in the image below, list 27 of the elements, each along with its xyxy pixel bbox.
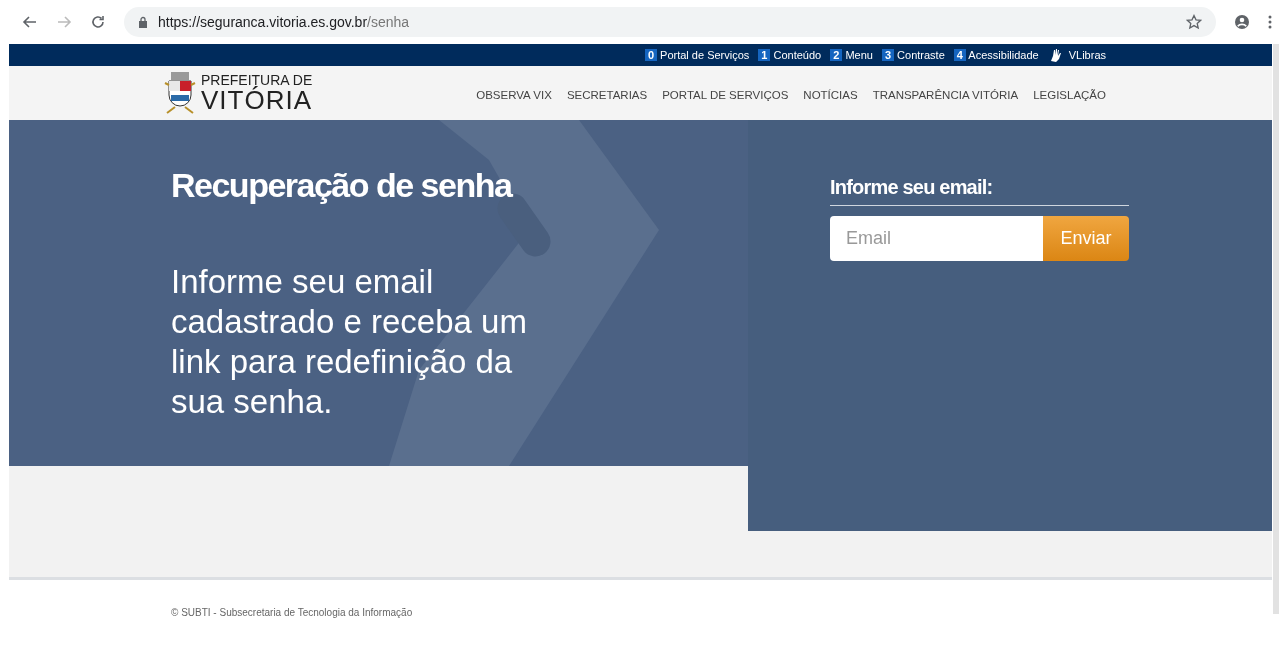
coat-of-arms-icon — [163, 71, 197, 115]
scrollbar[interactable] — [1273, 44, 1279, 614]
page-title: Recuperação de senha — [171, 168, 514, 202]
vlibras-link[interactable]: VLibras — [1068, 49, 1106, 61]
nav-link[interactable]: OBSERVA VIX — [476, 89, 552, 101]
nav-link[interactable]: NOTÍCIAS — [803, 89, 858, 101]
accessibility-link[interactable]: 1 Conteúdo — [758, 49, 822, 61]
star-icon[interactable] — [1186, 14, 1202, 30]
url-text: https://seguranca.vitoria.es.gov.br/senha — [158, 14, 411, 30]
hero-text: Informe seu email cadastrado e receba um link para redefinição da sua senha. — [171, 262, 528, 422]
back-icon[interactable] — [22, 14, 38, 30]
account-icon[interactable] — [1234, 14, 1250, 30]
email-label: Informe seu email: — [830, 176, 1129, 206]
accessibility-link[interactable]: 3 Contraste — [881, 49, 945, 61]
accessibility-link[interactable]: 4 Acessibilidade — [953, 49, 1039, 61]
accessibility-link[interactable]: 2 Menu — [830, 49, 873, 61]
footer-text: © SUBTI - Subsecretaria de Tecnologia da Informação — [171, 607, 413, 618]
reload-icon[interactable] — [90, 14, 106, 30]
accessibility-link[interactable]: 0 Portal de Serviços — [644, 49, 750, 61]
menu-icon[interactable] — [1268, 14, 1272, 30]
nav-link[interactable]: PORTAL DE SERVIÇOS — [662, 89, 789, 101]
lock-icon — [138, 16, 148, 28]
nav-link[interactable]: TRANSPARÊNCIA VITÓRIA — [872, 89, 1019, 101]
address-bar[interactable]: https://seguranca.vitoria.es.gov.br/senha — [124, 7, 1216, 37]
nav-link[interactable]: LEGISLAÇÃO — [1033, 89, 1106, 101]
email-field[interactable]: Email — [830, 216, 1043, 261]
nav-link[interactable]: SECRETARIAS — [566, 89, 648, 101]
